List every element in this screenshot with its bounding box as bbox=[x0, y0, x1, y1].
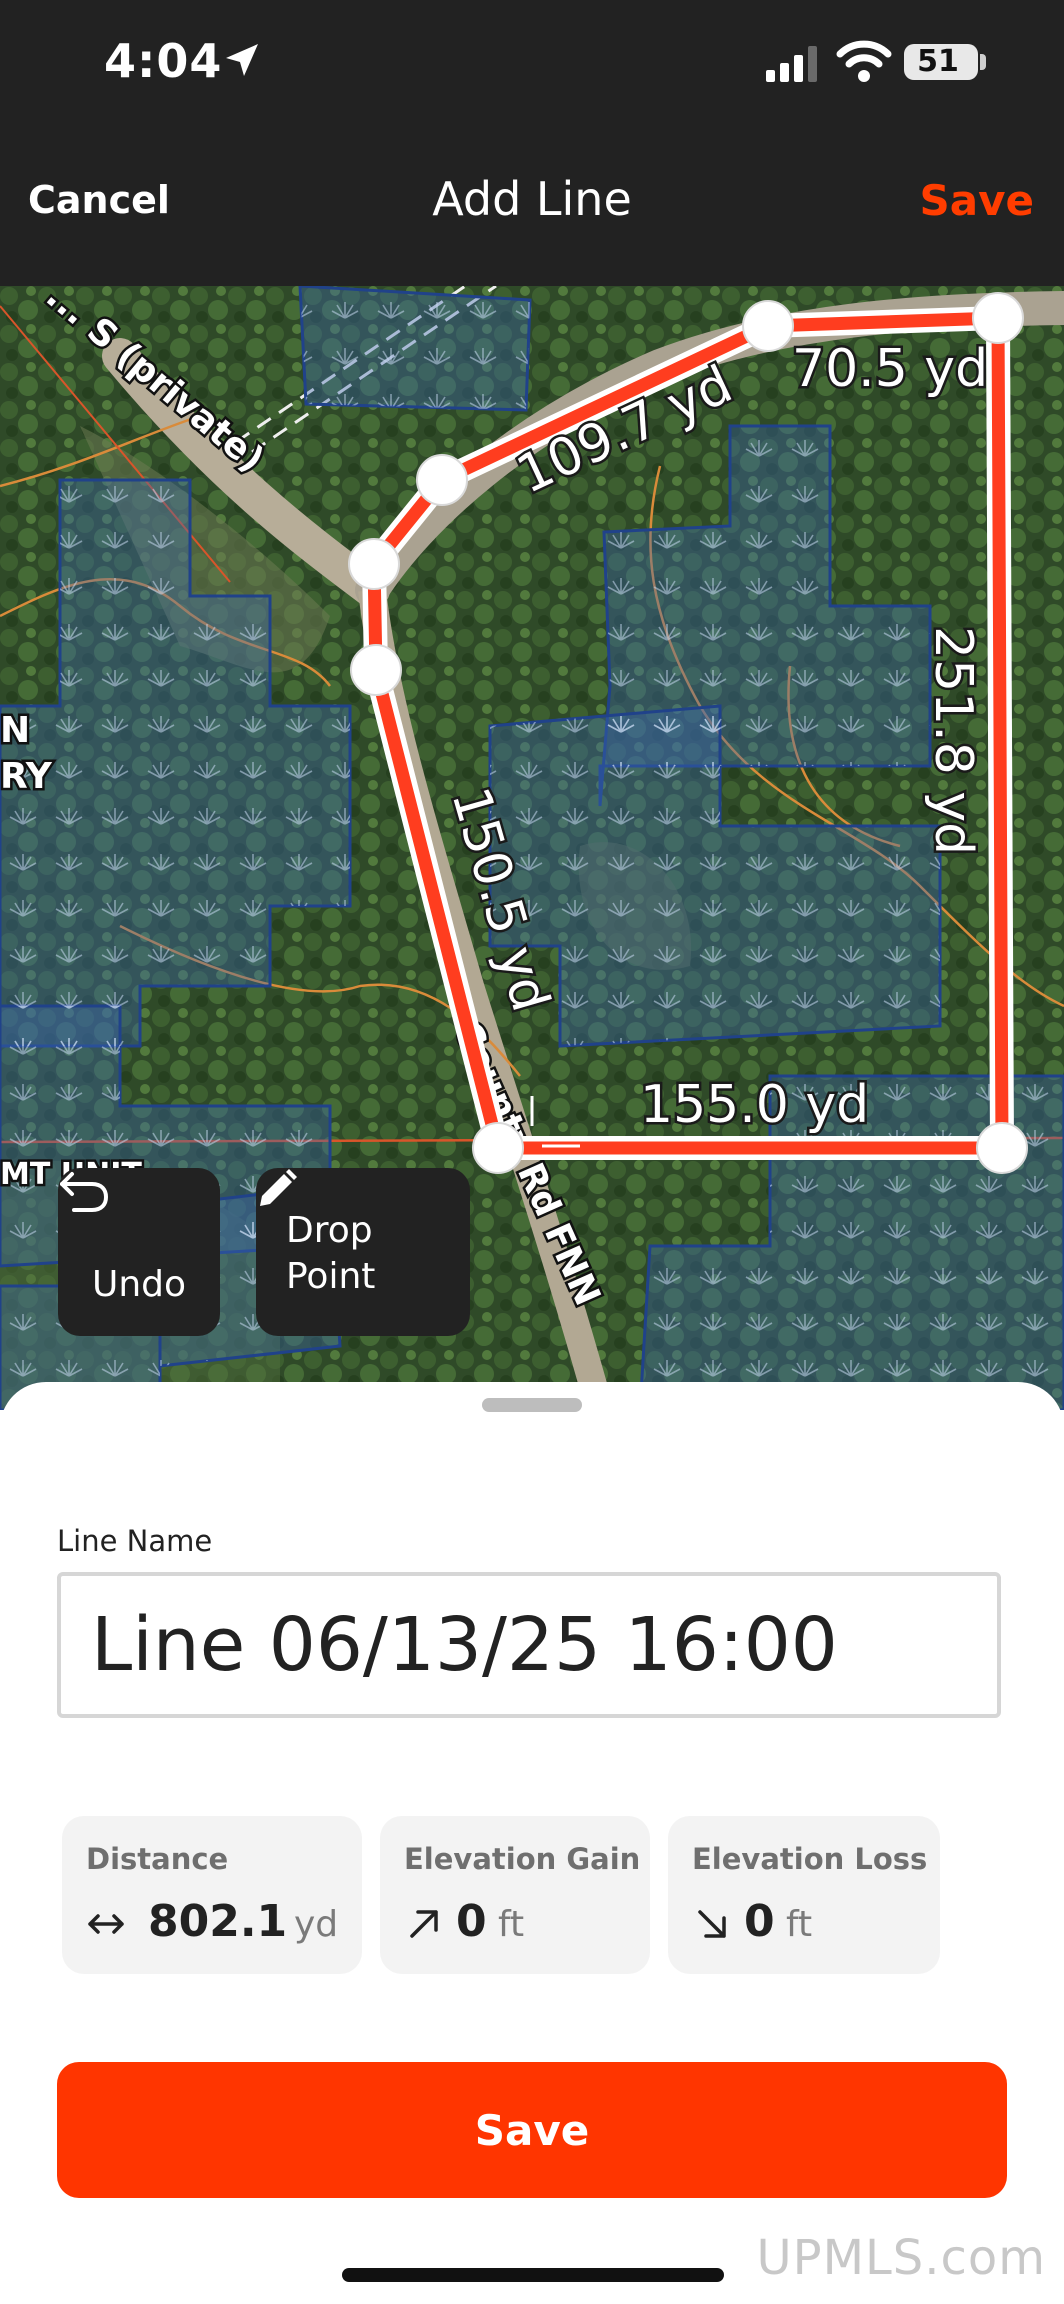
line-vertex[interactable] bbox=[350, 644, 402, 696]
distance-stat: Distance 802.1 yd bbox=[62, 1816, 362, 1974]
line-name-input[interactable] bbox=[57, 1572, 1001, 1718]
battery-nub bbox=[980, 54, 986, 70]
line-start-vertex[interactable] bbox=[472, 1122, 524, 1174]
watermark: UPMLS.com bbox=[756, 2230, 1046, 2286]
line-vertex[interactable] bbox=[416, 454, 468, 506]
stat-unit: yd bbox=[294, 1904, 339, 1945]
save-button[interactable]: Save bbox=[57, 2062, 1007, 2198]
stat-title: Elevation Loss bbox=[692, 1842, 928, 1876]
wifi-icon bbox=[836, 40, 892, 82]
cancel-button[interactable]: Cancel bbox=[28, 178, 170, 222]
elevation-loss-stat: Elevation Loss 0 ft bbox=[668, 1816, 940, 1974]
undo-icon bbox=[60, 1172, 109, 1212]
line-name-label: Line Name bbox=[57, 1524, 213, 1558]
stat-title: Elevation Gain bbox=[404, 1842, 641, 1876]
segment-label: 251.8 yd bbox=[923, 626, 983, 855]
edge-label-n: N bbox=[0, 710, 30, 751]
stat-value: 0 bbox=[456, 1896, 487, 1947]
pencil-icon bbox=[260, 1169, 297, 1206]
stat-title: Distance bbox=[86, 1842, 229, 1876]
bottom-sheet: Line Name Distance 802.1 yd Elevation Ga… bbox=[0, 1382, 1064, 2304]
home-indicator bbox=[342, 2268, 724, 2282]
stat-value: 0 bbox=[744, 1896, 775, 1947]
stat-unit: ft bbox=[786, 1904, 813, 1945]
undo-label: Undo bbox=[91, 1264, 187, 1305]
signal-icon bbox=[766, 46, 817, 82]
segment-label: 70.5 yd bbox=[792, 339, 988, 399]
location-arrow-icon bbox=[226, 44, 258, 76]
stat-value: 802.1 bbox=[148, 1896, 288, 1947]
status-bar: 4:04 51 bbox=[0, 0, 1064, 120]
line-vertex[interactable] bbox=[348, 538, 400, 590]
edge-label-ry: RY bbox=[0, 756, 53, 797]
double-arrow-icon bbox=[88, 1914, 124, 1934]
map-view[interactable]: ... S (private) County Rd FNN N RY MT UN… bbox=[0, 286, 1064, 1410]
nav-bar: Cancel Add Line Save bbox=[0, 120, 1064, 286]
arrow-down-right-icon bbox=[698, 1910, 726, 1938]
stat-unit: ft bbox=[498, 1904, 525, 1945]
battery-icon: 51 bbox=[904, 44, 978, 80]
undo-button[interactable]: Undo bbox=[58, 1168, 220, 1336]
line-vertex[interactable] bbox=[976, 1122, 1028, 1174]
line-vertex[interactable] bbox=[972, 292, 1024, 344]
sheet-grabber[interactable] bbox=[482, 1398, 582, 1412]
status-time: 4:04 bbox=[104, 34, 223, 88]
segment-label: 155.0 yd bbox=[640, 1075, 869, 1135]
drop-point-label: Drop Point bbox=[286, 1210, 376, 1297]
elevation-gain-stat: Elevation Gain 0 ft bbox=[380, 1816, 650, 1974]
header-save-button[interactable]: Save bbox=[920, 176, 1034, 225]
arrow-up-right-icon bbox=[410, 1910, 438, 1938]
line-vertex[interactable] bbox=[742, 300, 794, 352]
battery-level: 51 bbox=[917, 44, 959, 79]
drop-point-button[interactable]: Drop Point bbox=[256, 1168, 470, 1336]
